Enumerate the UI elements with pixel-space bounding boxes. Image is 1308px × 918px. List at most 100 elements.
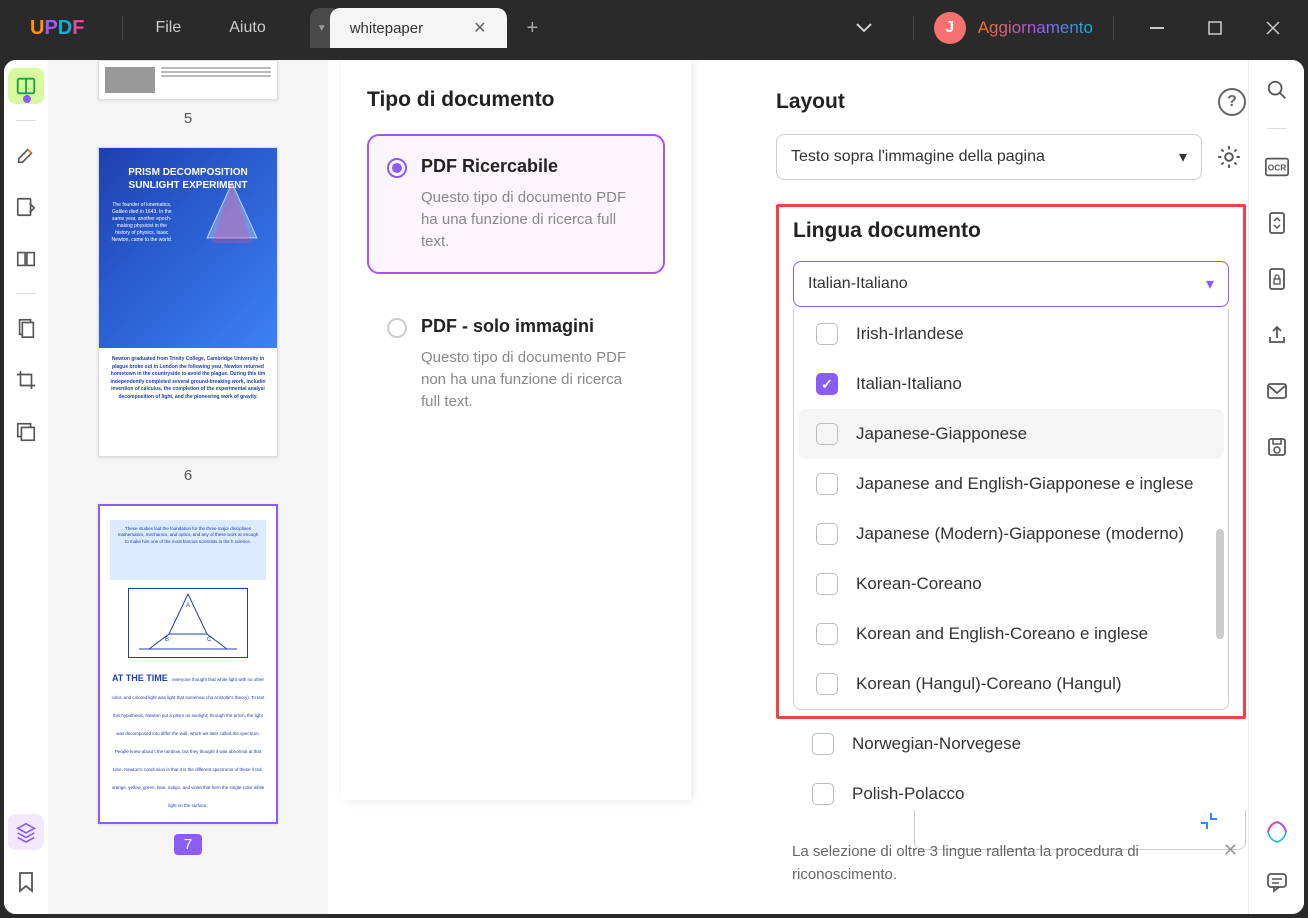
right-toolbar: OCR <box>1248 60 1304 914</box>
divider <box>122 16 123 40</box>
language-option[interactable]: Korean-Coreano <box>798 559 1224 609</box>
language-option[interactable]: Korean (Hangul)-Coreano (Hangul) <box>798 659 1224 709</box>
batch-tool[interactable] <box>8 414 44 450</box>
maximize-button[interactable] <box>1192 8 1238 48</box>
language-label: Korean (Hangul)-Coreano (Hangul) <box>856 674 1122 694</box>
divider <box>16 293 36 294</box>
language-label: Korean and English-Coreano e inglese <box>856 624 1148 644</box>
language-label: Italian-Italiano <box>856 374 962 394</box>
checkbox[interactable] <box>816 623 838 645</box>
bookmark-tool[interactable] <box>8 864 44 900</box>
thumbnail-page-7[interactable]: These studies laid the foundation for th… <box>98 504 278 824</box>
tab-close-icon[interactable]: ✕ <box>473 18 486 38</box>
help-icon[interactable]: ? <box>1218 88 1246 116</box>
menu-help[interactable]: Aiuto <box>205 19 289 37</box>
language-option[interactable]: Norwegian-Norvegese <box>794 719 1228 769</box>
language-label: Japanese (Modern)-Giapponese (moderno) <box>856 524 1184 544</box>
language-option[interactable]: Korean and English-Coreano e inglese <box>798 609 1224 659</box>
chevron-down-icon[interactable] <box>835 22 893 34</box>
ocr-icon[interactable]: OCR <box>1259 149 1295 185</box>
radio-icon <box>387 158 407 178</box>
language-label: Irish-Irlandese <box>856 324 964 344</box>
ocr-settings-panel: Layout ? Testo sopra l'immagine della pa… <box>776 88 1246 898</box>
language-label: Japanese-Giapponese <box>856 424 1027 444</box>
checkbox[interactable] <box>816 573 838 595</box>
titlebar: UPDF File Aiuto ▼ whitepaper ✕ + J Aggio… <box>0 0 1308 56</box>
crop-tool[interactable] <box>8 362 44 398</box>
checkbox[interactable] <box>816 423 838 445</box>
save-icon[interactable] <box>1259 429 1295 465</box>
language-select[interactable]: Italian-Italiano ▾ <box>793 261 1229 307</box>
panel-heading: Tipo di documento <box>367 88 665 112</box>
divider <box>16 120 36 121</box>
checkbox[interactable] <box>816 673 838 695</box>
language-option[interactable]: Japanese-Giapponese <box>798 409 1224 459</box>
language-option[interactable]: Japanese (Modern)-Giapponese (moderno) <box>798 509 1224 559</box>
chevron-down-icon: ▾ <box>1206 274 1214 294</box>
language-heading: Lingua documento <box>793 219 1229 243</box>
option-searchable-pdf[interactable]: PDF Ricercabile Questo tipo di documento… <box>367 134 665 274</box>
close-icon[interactable]: ✕ <box>1223 837 1238 864</box>
language-label: Polish-Polacco <box>852 784 964 804</box>
language-option[interactable]: Irish-Irlandese <box>798 309 1224 359</box>
language-section-highlight: Lingua documento Italian-Italiano ▾ Iris… <box>776 204 1246 719</box>
checkbox[interactable] <box>816 523 838 545</box>
chevron-down-icon: ▾ <box>1179 147 1187 167</box>
left-toolbar <box>4 60 48 914</box>
page-number: 7 <box>174 834 202 855</box>
gear-icon[interactable] <box>1212 140 1246 174</box>
upgrade-button[interactable]: Aggiornamento <box>978 18 1093 38</box>
language-label: Japanese and English-Giapponese e ingles… <box>856 474 1193 494</box>
checkbox[interactable] <box>816 373 838 395</box>
share-icon[interactable] <box>1259 317 1295 353</box>
page-number: 6 <box>98 467 278 484</box>
checkbox[interactable] <box>812 733 834 755</box>
svg-text:A: A <box>186 603 190 609</box>
page-number: 5 <box>98 110 278 127</box>
minimize-button[interactable] <box>1134 8 1180 48</box>
checkbox[interactable] <box>812 783 834 805</box>
language-dropdown: Irish-Irlandese Italian-Italiano Japanese-… <box>793 309 1229 710</box>
option-image-only-pdf[interactable]: PDF - solo immagini Questo tipo di docum… <box>367 294 665 434</box>
document-type-panel: Tipo di documento PDF Ricercabile Questo… <box>341 60 691 800</box>
svg-text:OCR: OCR <box>1267 163 1286 173</box>
ai-icon[interactable] <box>1259 814 1295 850</box>
divider <box>1113 16 1114 40</box>
convert-icon[interactable] <box>1259 205 1295 241</box>
user-avatar[interactable]: J <box>934 12 966 44</box>
language-label: Norwegian-Norvegese <box>852 734 1021 754</box>
pages-tool[interactable] <box>8 241 44 277</box>
divider <box>1267 128 1287 129</box>
language-option[interactable]: Italian-Italiano <box>798 359 1224 409</box>
search-icon[interactable] <box>1259 72 1295 108</box>
app-logo: UPDF <box>0 17 114 40</box>
layers-tool[interactable] <box>8 814 44 850</box>
thumbnail-panel: 5 PRISM DECOMPOSITION SUNLIGHT EXPERIMEN… <box>48 60 328 914</box>
svg-text:C: C <box>207 637 212 643</box>
divider <box>913 16 914 40</box>
language-label: Korean-Coreano <box>856 574 982 594</box>
layout-select[interactable]: Testo sopra l'immagine della pagina ▾ <box>776 134 1202 180</box>
layout-heading: Layout <box>776 90 845 114</box>
warning-message: ✕ La selezione di oltre 3 lingue rallent… <box>776 829 1246 898</box>
comment-icon[interactable] <box>1259 864 1295 900</box>
radio-icon <box>387 318 407 338</box>
checkbox[interactable] <box>816 473 838 495</box>
language-option[interactable]: Polish-Polacco <box>794 769 1228 819</box>
language-option[interactable]: Japanese and English-Giapponese e ingles… <box>798 459 1224 509</box>
protect-icon[interactable] <box>1259 261 1295 297</box>
close-button[interactable] <box>1250 8 1296 48</box>
svg-text:B: B <box>165 637 169 643</box>
menu-file[interactable]: File <box>131 19 205 37</box>
thumbnail-page-6[interactable]: PRISM DECOMPOSITION SUNLIGHT EXPERIMENT … <box>98 147 278 457</box>
thumbnail-page-5[interactable] <box>98 60 278 100</box>
checkbox[interactable] <box>816 323 838 345</box>
edit-tool[interactable] <box>8 189 44 225</box>
document-tab[interactable]: whitepaper ✕ <box>330 8 507 48</box>
highlight-tool[interactable] <box>8 137 44 173</box>
email-icon[interactable] <box>1259 373 1295 409</box>
tab-add-button[interactable]: + <box>507 17 559 40</box>
scrollbar[interactable] <box>1216 529 1224 639</box>
indicator-dot <box>23 95 31 103</box>
organize-tool[interactable] <box>8 310 44 346</box>
